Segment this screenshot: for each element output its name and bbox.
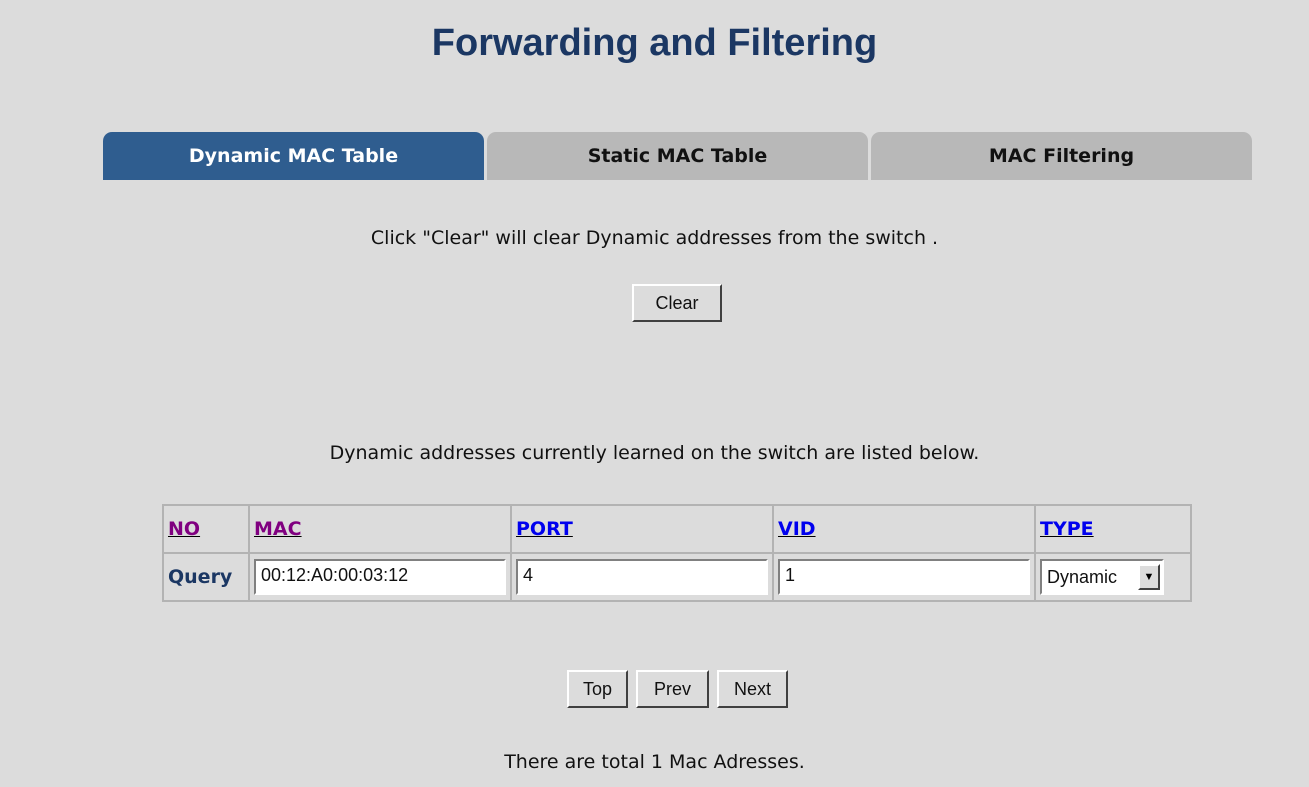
query-row: Query 00:12:A0:00:03:12 4 1 Dynamic ▼ [162,552,1192,602]
top-page-button[interactable]: Top [567,670,628,708]
tab-mac-filtering[interactable]: MAC Filtering [871,132,1252,180]
column-header-no[interactable]: NO [162,504,250,554]
type-query-cell: Dynamic ▼ [1034,552,1192,602]
next-page-button[interactable]: Next [717,670,788,708]
column-header-mac[interactable]: MAC [248,504,512,554]
vid-query-input[interactable]: 1 [778,559,1030,595]
total-count-text: There are total 1 Mac Adresses. [504,751,805,773]
port-query-cell: 4 [510,552,774,602]
clear-button[interactable]: Clear [632,284,722,322]
mac-query-input[interactable]: 00:12:A0:00:03:12 [254,559,506,595]
mac-query-cell: 00:12:A0:00:03:12 [248,552,512,602]
vid-query-cell: 1 [772,552,1036,602]
type-select[interactable]: Dynamic ▼ [1040,559,1164,595]
tab-static-mac-table[interactable]: Static MAC Table [487,132,868,180]
column-header-vid[interactable]: VID [772,504,1036,554]
query-label-cell: Query [162,552,250,602]
port-query-input[interactable]: 4 [516,559,768,595]
clear-instruction-text: Click "Clear" will clear Dynamic address… [370,227,939,249]
page-title: Forwarding and Filtering [431,22,878,64]
query-label: Query [168,566,233,588]
tab-bar: Dynamic MAC Table Static MAC Table MAC F… [103,132,1253,180]
column-header-type[interactable]: TYPE [1034,504,1192,554]
list-description-text: Dynamic addresses currently learned on t… [329,442,980,464]
column-header-port[interactable]: PORT [510,504,774,554]
table-header-row: NO MAC PORT VID TYPE [162,504,1192,554]
tab-dynamic-mac-table[interactable]: Dynamic MAC Table [103,132,484,180]
mac-address-table: NO MAC PORT VID TYPE Query 00:12:A0:00:0… [162,504,1192,602]
prev-page-button[interactable]: Prev [636,670,709,708]
dropdown-arrow-icon[interactable]: ▼ [1138,564,1160,590]
type-select-value: Dynamic [1047,566,1118,587]
